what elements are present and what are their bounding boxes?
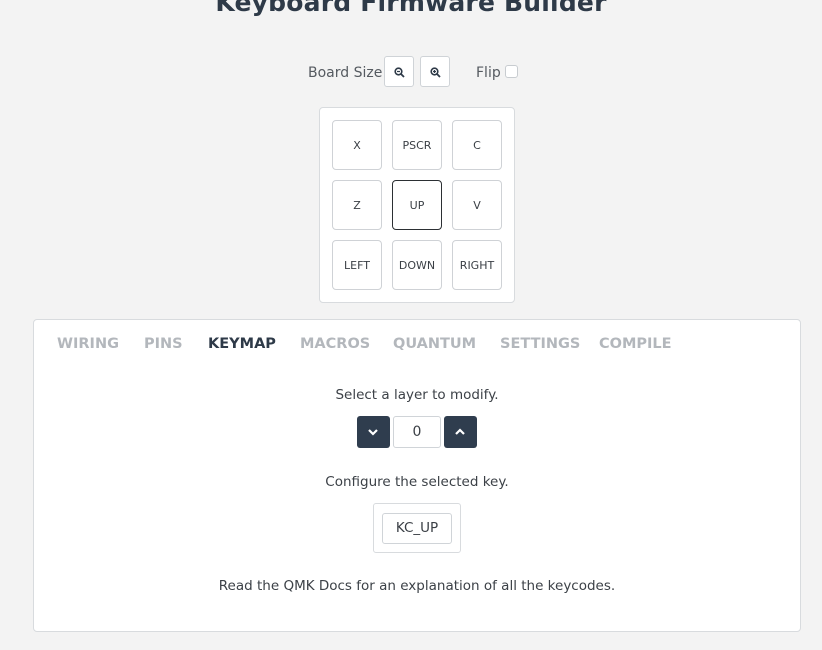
keyboard-preview: X PSCR C Z UP V LEFT DOWN RIGHT [319,107,515,303]
key-down[interactable]: DOWN [392,240,442,290]
layer-down-button[interactable] [357,416,390,448]
zoom-out-icon [394,67,405,78]
layer-prompt: Select a layer to modify. [335,387,499,403]
layer-up-button[interactable] [444,416,477,448]
chevron-up-icon [455,428,465,435]
tab-settings[interactable]: SETTINGS [500,336,580,352]
keycode-box: KC_UP [373,503,461,553]
board-size-label: Board Size [308,65,383,81]
board-toolbar: Board Size Flip [0,56,822,89]
key-left[interactable]: LEFT [332,240,382,290]
tab-compile[interactable]: COMPILE [599,336,672,352]
key-right[interactable]: RIGHT [452,240,502,290]
flip-checkbox[interactable] [505,65,518,78]
flip-label: Flip [476,65,501,81]
zoom-in-icon [430,67,441,78]
tab-pins[interactable]: PINS [144,336,183,352]
tab-wiring[interactable]: WIRING [57,336,119,352]
zoom-out-button[interactable] [384,56,414,87]
key-pscr[interactable]: PSCR [392,120,442,170]
key-c[interactable]: C [452,120,502,170]
key-up-selected[interactable]: UP [392,180,442,230]
chevron-down-icon [368,429,378,436]
tab-macros[interactable]: MACROS [300,336,370,352]
keycode-input[interactable]: KC_UP [382,513,452,544]
tab-keymap[interactable]: KEYMAP [208,336,276,352]
zoom-in-button[interactable] [420,56,450,87]
key-x[interactable]: X [332,120,382,170]
key-config-prompt: Configure the selected key. [325,474,509,490]
page-title: Keyboard Firmware Builder [215,0,607,17]
qmk-docs-note: Read the QMK Docs for an explanation of … [218,578,616,594]
layer-input[interactable]: 0 [393,416,441,448]
key-z[interactable]: Z [332,180,382,230]
tab-quantum[interactable]: QUANTUM [393,336,476,352]
key-v[interactable]: V [452,180,502,230]
config-panel: WIRING PINS KEYMAP MACROS QUANTUM SETTIN… [33,319,801,632]
